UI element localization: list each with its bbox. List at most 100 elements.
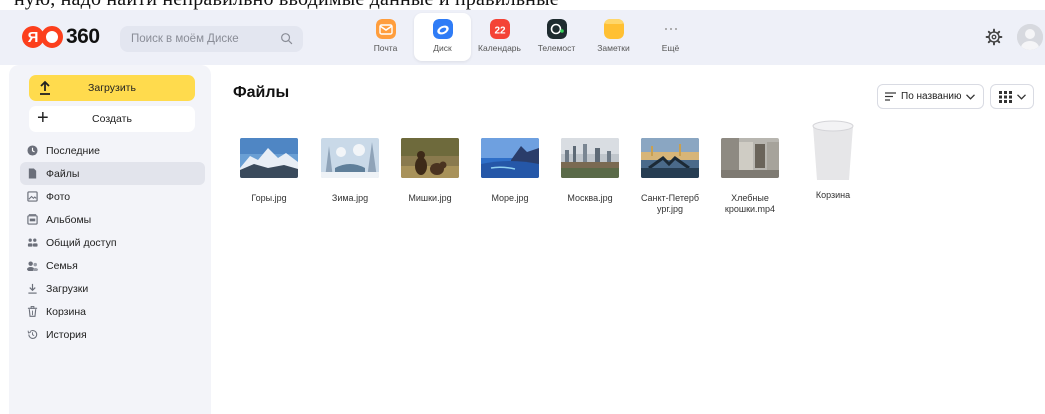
sidebar-item-recent[interactable]: Последние [20,139,205,162]
sidebar-item-history[interactable]: История [20,323,205,346]
app-calendar-label: Календарь [478,43,521,53]
cut-text: ную, надо найти неправильно вводимые дан… [14,0,559,10]
file-name: Хлебные крошки.mp4 [712,193,788,215]
album-icon [27,214,38,225]
sort-icon [885,92,896,101]
file-item[interactable]: Москва.jpg [552,125,628,204]
file-item[interactable]: Море.jpg [472,125,548,204]
grid-view-icon [999,90,1012,103]
sidebar-item-downloads[interactable]: Загрузки [20,277,205,300]
file-grid: Горы.jpg Зима.jpg Мишки.jpg Море.jpg Мос… [231,120,871,225]
sidebar-item-albums[interactable]: Альбомы [20,208,205,231]
app-notes-label: Заметки [597,43,630,53]
file-item[interactable]: Мишки.jpg [392,125,468,204]
app-telemost-label: Телемост [537,43,576,53]
file-name-line: ург.jpg [656,204,684,214]
sidebar-item-shared[interactable]: Общий доступ [20,231,205,254]
logo-ring-icon [41,26,63,48]
header: Я 360 Почта Диск [0,10,1045,65]
sea-thumbnail [481,138,539,178]
sidebar-item-label: Последние [46,144,101,157]
file-name-line: Санкт-Петерб [640,193,700,203]
file-item[interactable]: Корзина [795,120,871,201]
telemost-icon [546,19,567,39]
search-box[interactable] [120,26,303,52]
file-name: Корзина [815,190,851,200]
app-more-label: Ещё [661,43,680,53]
sidebar-item-label: Общий доступ [46,236,117,249]
file-item[interactable]: Санкт-Петерб ург.jpg [632,125,708,215]
page-title: Файлы [233,84,290,101]
sort-dropdown[interactable]: По названию [877,84,984,109]
create-button[interactable]: + Создать [29,106,195,132]
file-name: Горы.jpg [251,193,287,203]
user-avatar-icon [1017,24,1043,50]
upload-button-label: Загрузить [88,82,136,94]
sidebar-item-label: Корзина [46,305,86,318]
file-item[interactable]: Горы.jpg [231,125,307,204]
logo-number: 360 [66,25,100,48]
file-name: Москва.jpg [567,193,613,203]
sidebar-item-label: Фото [46,190,71,203]
file-name-line: Хлебные [731,193,769,203]
download-icon [28,283,37,294]
chevron-down-icon [966,93,976,100]
search-input[interactable] [131,33,276,45]
sidebar-item-family[interactable]: Семья [20,254,205,277]
sidebar-item-label: Загрузки [46,282,89,295]
create-button-label: Создать [92,113,132,125]
file-icon [28,168,37,179]
file-name: Мишки.jpg [408,193,452,203]
disk-icon [432,19,453,39]
family-icon [27,261,38,271]
app-mail[interactable]: Почта [357,13,414,61]
yandex-360-logo[interactable]: Я 360 [22,24,100,50]
search-icon[interactable] [280,32,293,45]
bears-thumbnail [401,138,459,178]
sidebar-item-label: Файлы [46,167,80,180]
file-item[interactable]: Зима.jpg [312,125,388,204]
sort-label: По названию [901,91,962,102]
moscow-thumbnail [561,138,619,178]
app-disk[interactable]: Диск [414,13,471,61]
spb-thumbnail [641,138,699,178]
app-disk-label: Диск [433,43,452,53]
more-icon [664,28,677,30]
file-name-line: крошки.mp4 [724,204,776,214]
sidebar-nav: Последние Файлы Фото Альбомы Общий досту… [20,139,205,346]
app-mail-label: Почта [373,43,398,53]
gear-icon[interactable] [985,28,1003,46]
sidebar: Загрузить + Создать Последние Файлы Фото [9,65,211,414]
photo-icon [27,191,38,202]
upload-button[interactable]: Загрузить [29,75,195,101]
sidebar-item-photo[interactable]: Фото [20,185,205,208]
file-item[interactable]: Хлебные крошки.mp4 [712,125,788,215]
app-switcher: Почта Диск 22 Календарь Телемост Заметки… [357,13,699,61]
sidebar-item-trash[interactable]: Корзина [20,300,205,323]
file-name: Зима.jpg [331,193,369,203]
app-more[interactable]: Ещё [642,13,699,61]
view-mode-dropdown[interactable] [990,84,1034,109]
clock-icon [27,145,38,156]
mountains-thumbnail [240,138,298,178]
calendar-icon: 22 [489,19,510,39]
winter-thumbnail [321,138,379,178]
avatar[interactable] [1017,24,1043,50]
shared-icon [27,238,38,247]
notes-icon [603,19,624,39]
chevron-down-icon [1017,93,1026,100]
top-cut-text-strip: ную, надо найти неправильно вводимые дан… [0,0,1045,10]
file-name: Санкт-Петерб ург.jpg [632,193,708,215]
trash-bin-icon [812,120,854,180]
calendar-badge: 22 [494,26,506,37]
sidebar-item-label: История [46,328,87,341]
sidebar-item-files[interactable]: Файлы [20,162,205,185]
history-icon [27,330,38,339]
app-telemost[interactable]: Телемост [528,13,585,61]
sidebar-item-label: Альбомы [46,213,92,226]
file-name: Море.jpg [491,193,529,203]
mail-icon [375,19,396,39]
app-calendar[interactable]: 22 Календарь [471,13,528,61]
app-notes[interactable]: Заметки [585,13,642,61]
video-thumbnail [721,138,779,178]
